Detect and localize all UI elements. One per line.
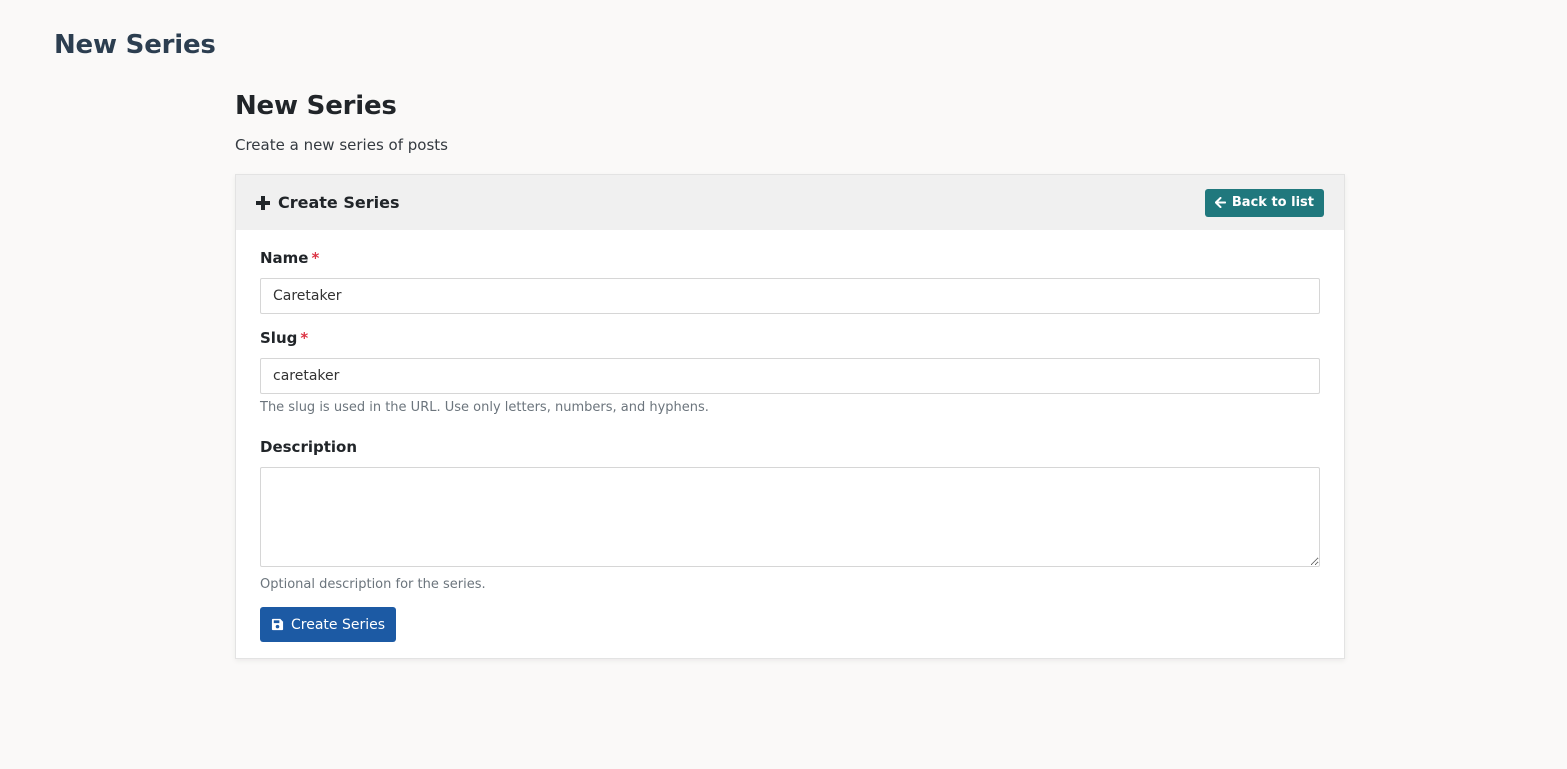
slug-required-mark: * <box>300 329 309 347</box>
plus-icon <box>256 195 270 210</box>
back-to-list-label: Back to list <box>1231 195 1314 210</box>
create-series-button-label: Create Series <box>291 616 386 633</box>
description-help-text: Optional description for the series. <box>260 577 486 592</box>
card-header-label: Create Series <box>278 193 400 212</box>
name-input[interactable] <box>260 278 1320 314</box>
arrow-left-icon <box>1214 197 1226 208</box>
slug-form-group: Slug* The slug is used in the URL. Use o… <box>260 328 1320 416</box>
name-required-mark: * <box>311 249 320 267</box>
card-header-title: Create Series <box>256 193 399 212</box>
description-textarea[interactable] <box>260 467 1320 567</box>
slug-help-text: The slug is used in the URL. Use only le… <box>260 400 709 415</box>
description-form-group: Description Optional description for the… <box>260 437 1320 593</box>
page-header-title: New Series <box>54 30 216 60</box>
main-content: New Series Create a new series of posts … <box>235 88 1345 659</box>
create-series-card: Create Series Back to list Name* Slug* <box>235 174 1345 659</box>
name-label: Name * <box>260 248 1320 268</box>
create-series-button[interactable]: Create Series <box>260 607 397 642</box>
page-subtitle: Create a new series of posts <box>235 136 448 154</box>
slug-label: Slug * <box>260 328 1320 348</box>
name-form-group: Name * <box>260 248 1320 314</box>
slug-input[interactable] <box>260 358 1320 394</box>
page-title: New Series <box>235 91 397 121</box>
name-label-text: Name <box>260 249 309 267</box>
description-label: Description <box>260 438 358 456</box>
slug-label-text: Slug <box>260 329 298 347</box>
card-body: Name* Slug* The slug is used in the URL.… <box>236 230 1344 658</box>
card-header: Create Series Back to list <box>236 175 1344 230</box>
save-icon <box>271 618 284 631</box>
back-to-list-button[interactable]: Back to list <box>1204 188 1324 217</box>
